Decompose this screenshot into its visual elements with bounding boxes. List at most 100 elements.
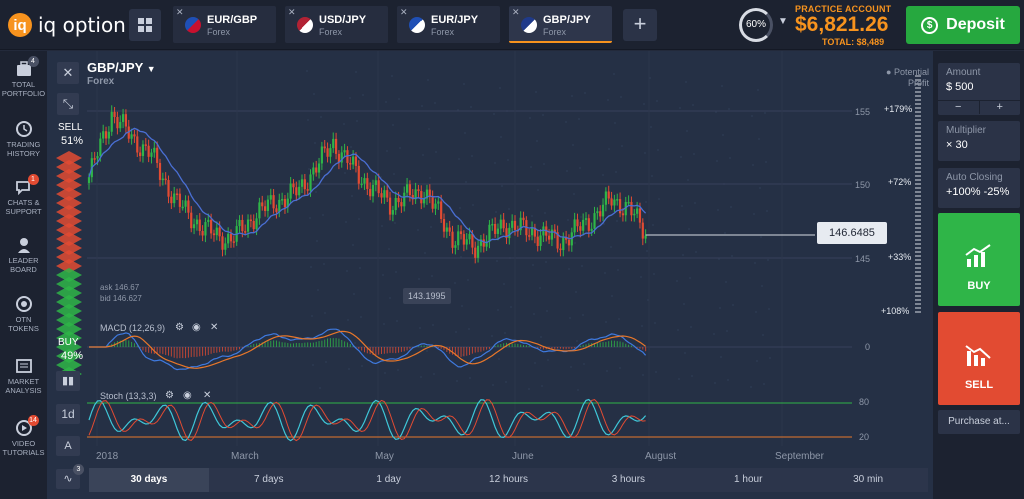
map-dot <box>399 147 401 149</box>
close-tab-icon[interactable]: ✕ <box>288 7 296 18</box>
close-chart-button[interactable]: ✕ <box>57 62 79 84</box>
purchase-at-button[interactable]: Purchase at... <box>938 410 1020 434</box>
sidebar-item-trading-history[interactable]: TRADING HISTORY <box>0 121 47 158</box>
candle-body <box>431 197 434 209</box>
candle-body <box>442 218 446 232</box>
map-dot <box>541 385 543 387</box>
buy-button[interactable]: BUY <box>938 213 1020 306</box>
sidebar-item-otn-tokens[interactable]: OTN TOKENS <box>0 296 47 333</box>
close-icon[interactable]: ✕ <box>203 390 211 401</box>
map-dot <box>716 160 718 162</box>
asset-pair: GBP/JPY <box>87 60 144 75</box>
amount-plus-button[interactable]: + <box>980 101 1021 114</box>
sidebar-item-total-portfolio[interactable]: 4 TOTAL PORTFOLIO <box>0 56 47 98</box>
candle-body <box>244 231 247 233</box>
map-dot <box>764 112 766 114</box>
map-dot <box>493 113 495 115</box>
timeframe-7-days[interactable]: 7 days <box>209 468 329 492</box>
candle-body <box>579 226 582 231</box>
map-dot <box>317 289 319 291</box>
progress-ring[interactable]: 60% <box>739 8 773 42</box>
eye-icon[interactable]: ◉ <box>192 322 201 333</box>
timeframe-1-day[interactable]: 1 day <box>329 468 449 492</box>
timeframe-3-hours[interactable]: 3 hours <box>568 468 688 492</box>
auto-closing-box[interactable]: Auto Closing +100% -25% <box>938 168 1020 208</box>
map-dot <box>528 388 530 390</box>
sidebar-label: OTN TOKENS <box>8 315 39 333</box>
timeframe-30-min[interactable]: 30 min <box>808 468 928 492</box>
sidebar-badge: 4 <box>27 56 39 67</box>
stoch-label[interactable]: Stoch (13,3,3) <box>100 391 157 401</box>
map-dot <box>584 92 586 94</box>
period-selector[interactable]: 1d <box>56 404 80 424</box>
map-dot <box>458 158 460 160</box>
amount-box[interactable]: Amount $ 500 − + <box>938 63 1020 115</box>
collapse-icon[interactable]: ⤡ <box>57 93 79 115</box>
eye-icon[interactable]: ◉ <box>183 390 192 401</box>
candle-body <box>627 201 630 204</box>
draw-tool-icon[interactable]: A <box>56 436 80 456</box>
map-dot <box>417 229 419 231</box>
asset-selector[interactable]: GBP/JPY ▼ Forex <box>87 60 156 87</box>
timeframe-1-hour[interactable]: 1 hour <box>688 468 808 492</box>
map-dot <box>719 307 721 309</box>
amount-stepper[interactable]: − + <box>938 100 1020 114</box>
map-dot <box>583 363 585 365</box>
map-dot <box>308 168 310 170</box>
candle-body <box>641 222 644 239</box>
map-dot <box>602 174 604 176</box>
sidebar-item-market-analysis[interactable]: MARKET ANALYSIS <box>0 358 47 395</box>
sidebar-item-video-tutorials[interactable]: 14 VIDEO TUTORIALS <box>0 415 47 457</box>
trend-down-icon <box>965 345 991 366</box>
map-dot <box>721 85 723 87</box>
account-balance[interactable]: $6,821.26 <box>795 13 888 37</box>
tab-eur-jpy[interactable]: ✕ EUR/JPY Forex <box>397 6 500 43</box>
brand-logo[interactable]: iq iq option <box>8 12 126 38</box>
deposit-button[interactable]: $ Deposit <box>906 6 1020 44</box>
amount-minus-button[interactable]: − <box>938 101 980 114</box>
chevron-down-icon[interactable]: ▼ <box>778 16 788 27</box>
candle-body <box>394 197 397 211</box>
asset-type: Forex <box>87 76 115 87</box>
macd-label[interactable]: MACD (12,26,9) <box>100 323 165 333</box>
auto-closing-value: +100% -25% <box>946 186 1010 198</box>
layout-grid-button[interactable] <box>129 9 161 41</box>
add-tab-button[interactable]: + <box>623 9 657 41</box>
timeframe-12-hours[interactable]: 12 hours <box>449 468 569 492</box>
sidebar-item-chats-support[interactable]: 1 CHATS & SUPPORT <box>0 174 47 216</box>
close-icon[interactable]: ✕ <box>210 322 218 333</box>
left-sidebar: 4 TOTAL PORTFOLIO TRADING HISTORY 1 CHATS & … <box>0 51 47 499</box>
price-chart[interactable]: ✕ ⤡ GBP/JPY ▼ Forex ● Potential Profit S… <box>47 51 933 499</box>
sell-button[interactable]: SELL <box>938 312 1020 405</box>
map-dot <box>461 305 463 307</box>
chart-canvas[interactable] <box>47 51 933 499</box>
tab-eur-gbp[interactable]: ✕ EUR/GBP Forex <box>173 6 276 43</box>
gear-icon[interactable]: ⚙ <box>165 390 174 401</box>
close-tab-icon[interactable]: ✕ <box>512 7 520 18</box>
multiplier-box[interactable]: Multiplier × 30 <box>938 121 1020 161</box>
current-price-tag: 146.6485 <box>817 222 887 244</box>
sidebar-label: LEADER BOARD <box>8 256 39 274</box>
chart-type-icon[interactable]: ▮▮ <box>56 371 80 391</box>
timeframe-30-days[interactable]: 30 days <box>89 468 209 492</box>
candle-body <box>459 231 463 235</box>
close-tab-icon[interactable]: ✕ <box>176 7 184 18</box>
map-dot <box>693 153 695 155</box>
map-dot <box>396 320 398 322</box>
y-tick-155: 155 <box>855 107 871 117</box>
close-tab-icon[interactable]: ✕ <box>400 7 408 18</box>
gear-icon[interactable]: ⚙ <box>175 322 184 333</box>
tab-gbp-jpy[interactable]: ✕ GBP/JPY Forex <box>509 6 612 43</box>
candle-body <box>542 226 545 236</box>
map-dot <box>646 250 648 252</box>
amount-value[interactable]: $ 500 <box>946 81 1020 93</box>
candle-body <box>141 144 145 157</box>
map-dot <box>361 365 363 367</box>
map-dot <box>728 108 730 110</box>
map-dot <box>720 356 722 358</box>
sidebar-label: TRADING HISTORY <box>6 140 41 158</box>
tab-usd-jpy[interactable]: ✕ USD/JPY Forex <box>285 6 388 43</box>
sidebar-item-leader-board[interactable]: LEADER BOARD <box>0 237 47 274</box>
indicators-icon[interactable]: ∿ 3 <box>56 464 84 489</box>
candle-body <box>562 237 565 251</box>
